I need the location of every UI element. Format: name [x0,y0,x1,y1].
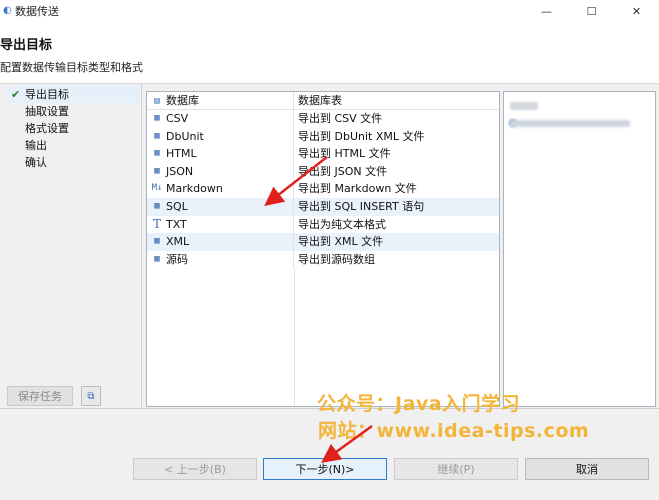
table-row[interactable]: M↓ Markdown 导出到 Markdown 文件 [147,180,499,198]
html-file-icon: ▦ [154,148,160,159]
column-divider [294,268,295,406]
source-code-icon: ▦ [154,253,160,264]
nav-divider [141,84,142,408]
task-config-button[interactable]: ⧉ [81,386,101,406]
watermark-line-2: 网站：www.idea-tips.com [318,420,590,442]
network-icon: ⧉ [87,390,95,402]
check-icon: ✔ [11,88,21,101]
step-label: 输出 [25,139,47,152]
step-extract-settings[interactable]: 抽取设置 [6,103,140,120]
table-row[interactable]: ▦ XML 导出到 XML 文件 [147,233,499,251]
column-header-table[interactable]: 数据库表 [294,92,499,110]
back-button[interactable]: < 上一步(B) [133,458,257,480]
table-row[interactable]: ▦ DbUnit 导出到 DbUnit XML 文件 [147,127,499,146]
page-subtitle: 配置数据传输目标类型和格式 [0,61,143,74]
sql-file-icon: ▦ [154,200,160,211]
maximize-button[interactable]: ☐ [569,0,614,22]
step-output[interactable]: 输出 [6,137,140,154]
wizard-header: 导出目标 配置数据传输目标类型和格式 [0,22,659,84]
json-file-icon: ▦ [154,165,160,176]
cancel-button[interactable]: 取消 [525,458,649,480]
watermark-line-1: 公众号：Java入门学习 [317,393,521,415]
csv-file-icon: ▦ [154,113,160,123]
table-row[interactable]: ▦ 源码 导出到源码数组 [147,250,499,269]
dbunit-file-icon: ▦ [154,130,160,141]
step-label: 格式设置 [25,122,69,135]
export-type-table: ▤ 数据库 数据库表 ▦ CSV 导出到 CSV 文件 ▦ DbUnit 导出到 D… [146,91,500,407]
step-label: 导出目标 [25,88,69,101]
save-task-button[interactable]: 保存任务 [7,386,73,406]
table-row-selected[interactable]: ▦ SQL 导出到 SQL INSERT 语句 [147,197,499,216]
window-controls: — ☐ ✕ [524,0,659,22]
markdown-icon: M↓ [151,183,163,194]
blurred-label [510,102,538,110]
step-export-target[interactable]: ✔ 导出目标 [6,86,140,103]
table-row[interactable]: ▦ HTML 导出到 HTML 文件 [147,145,499,163]
window-title: 数据传送 [15,5,59,18]
step-label: 确认 [25,156,47,169]
column-header-database[interactable]: ▤ 数据库 [147,92,294,110]
next-button[interactable]: 下一步(N)> [263,458,387,480]
description-panel [503,91,656,407]
table-row[interactable]: ▦ CSV 导出到 CSV 文件 [147,110,499,128]
title-bar: ◐ 数据传送 — ☐ ✕ [0,0,659,22]
table-row[interactable]: ▦ JSON 导出到 JSON 文件 [147,162,499,181]
text-icon: T [152,216,161,231]
app-icon: ◐ [3,5,12,16]
table-row[interactable]: T TXT 导出为纯文本格式 [147,215,499,234]
step-confirm[interactable]: 确认 [6,154,140,171]
continue-button[interactable]: 继续(P) [394,458,518,480]
minimize-button[interactable]: — [524,0,569,22]
wizard-steps-nav: ✔ 导出目标 抽取设置 格式设置 输出 确认 [6,86,140,386]
xml-file-icon: ▦ [154,236,160,247]
page-title: 导出目标 [0,38,53,53]
table-header: ▤ 数据库 数据库表 [147,92,499,110]
step-format-settings[interactable]: 格式设置 [6,120,140,137]
step-label: 抽取设置 [25,105,69,118]
close-button[interactable]: ✕ [614,0,659,22]
database-icon: ▤ [154,96,160,106]
blurred-value [510,120,630,127]
